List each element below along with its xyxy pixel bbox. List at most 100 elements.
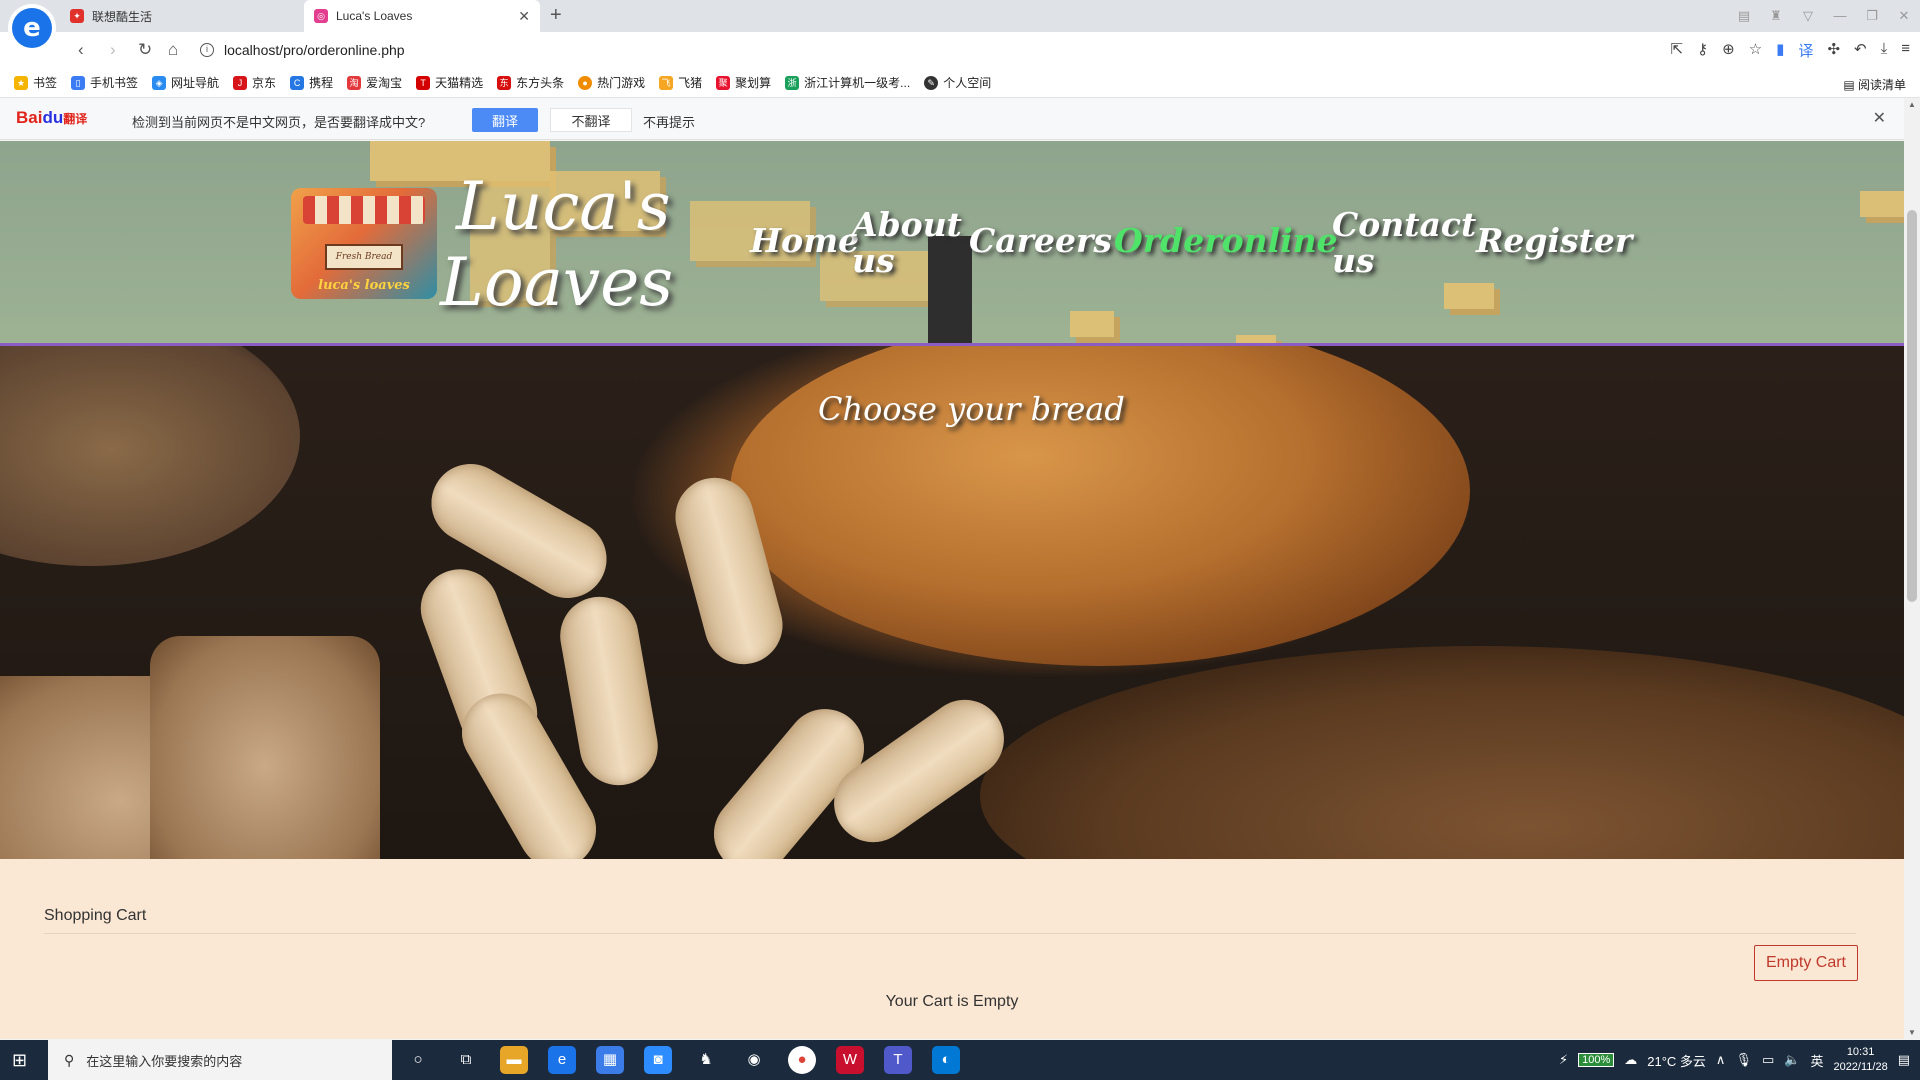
edge-icon[interactable]: ◐ bbox=[932, 1046, 960, 1074]
network-icon[interactable]: ▭ bbox=[1762, 1052, 1774, 1068]
shirt-icon[interactable]: ▽ bbox=[1792, 0, 1824, 32]
browser-logo-icon[interactable]: e bbox=[12, 8, 52, 48]
close-tab-icon[interactable]: ✕ bbox=[518, 8, 530, 25]
no-translate-button[interactable]: 不翻译 bbox=[550, 108, 632, 132]
scroll-down-icon[interactable]: ▼ bbox=[1908, 1028, 1916, 1037]
steam-icon[interactable]: ◉ bbox=[740, 1046, 768, 1074]
url-field[interactable]: i localhost/pro/orderonline.php bbox=[200, 37, 1580, 63]
menu-icon[interactable]: ≡ bbox=[1901, 40, 1910, 61]
bookmark-item[interactable]: C 携程 bbox=[290, 74, 333, 91]
store-icon[interactable]: ▦ bbox=[596, 1046, 624, 1074]
page-scrollbar[interactable]: ▲ ▼ bbox=[1904, 98, 1920, 1039]
bookmark-item[interactable]: 浙浙江计算机一级考... bbox=[785, 74, 910, 91]
maximize-icon[interactable]: ❐ bbox=[1856, 0, 1888, 32]
nav-contact-us[interactable]: Contact us bbox=[1332, 207, 1476, 279]
zoom-app-icon[interactable]: ◙ bbox=[644, 1046, 672, 1074]
browser-icon[interactable]: e bbox=[548, 1046, 576, 1074]
search-icon: ⚲ bbox=[64, 1051, 75, 1068]
battery-indicator[interactable]: 100% bbox=[1578, 1053, 1615, 1067]
bookmark-item[interactable]: ● 热门游戏 bbox=[578, 74, 645, 91]
bookmark-label: 京东 bbox=[252, 76, 277, 90]
phone-icon: ▯ bbox=[71, 75, 86, 90]
windows-start-icon[interactable]: ⊞ bbox=[12, 1050, 27, 1071]
home-icon[interactable]: ⌂ bbox=[168, 40, 178, 60]
logo-sign: Fresh Bread bbox=[325, 244, 403, 270]
taobao-icon: 淘 bbox=[347, 75, 362, 90]
weather-text[interactable]: 21°C 多云 bbox=[1647, 1051, 1706, 1070]
share-icon[interactable]: ⇱ bbox=[1671, 40, 1684, 61]
taskbar-search-input[interactable]: ⚲ 在这里输入你要搜索的内容 bbox=[48, 1040, 392, 1080]
reading-list[interactable]: ▤ 阅读清单 bbox=[1843, 76, 1906, 93]
undo-icon[interactable]: ↶ bbox=[1854, 40, 1867, 61]
minimize-icon[interactable]: — bbox=[1824, 0, 1856, 32]
bookmark-item[interactable]: 东东方头条 bbox=[497, 74, 564, 91]
game-controller-icon[interactable]: ♞ bbox=[692, 1046, 720, 1074]
chrome-icon[interactable]: ● bbox=[788, 1046, 816, 1074]
reload-icon[interactable]: ↻ bbox=[138, 40, 152, 60]
star-icon[interactable]: ☆ bbox=[1749, 40, 1762, 61]
bookmark-label: 个人空间 bbox=[943, 76, 992, 90]
compass-icon: ◈ bbox=[152, 75, 167, 90]
bread-loaf-image bbox=[0, 346, 300, 566]
translate-button[interactable]: 翻译 bbox=[472, 108, 538, 132]
bg-block bbox=[1070, 311, 1114, 337]
bookmark-item[interactable]: 飞飞猪 bbox=[659, 74, 702, 91]
bookmark-item[interactable]: ◈ 网址导航 bbox=[152, 74, 219, 91]
nav-orderonline[interactable]: Orderonline bbox=[1114, 223, 1338, 259]
cortana-icon[interactable]: ○ bbox=[404, 1046, 432, 1074]
scrollbar-thumb[interactable] bbox=[1907, 210, 1917, 602]
bread-slice-image bbox=[150, 636, 380, 859]
reading-list-icon: ▤ bbox=[1843, 78, 1858, 92]
bookmark-item[interactable]: ✎ 个人空间 bbox=[924, 74, 991, 91]
system-tray: ⚡ 100% ☁ 21°C 多云 ∧ 🎙 ▭ 🔈 英 10:31 2022/11… bbox=[1559, 1040, 1910, 1080]
bookmark-label: 爱淘宝 bbox=[366, 76, 403, 90]
tab-lucas-loaves[interactable]: ◎ Luca's Loaves ✕ bbox=[304, 0, 540, 32]
extensions-icon[interactable]: ✣ bbox=[1827, 40, 1840, 61]
file-explorer-icon[interactable]: ▬ bbox=[500, 1046, 528, 1074]
bookmark-label: 天猫精选 bbox=[435, 76, 484, 90]
tab-lenovo[interactable]: ✦ 联想酷生活 bbox=[60, 0, 300, 32]
scroll-up-icon[interactable]: ▲ bbox=[1908, 100, 1916, 109]
bookmark-item[interactable]: J 京东 bbox=[233, 74, 276, 91]
user-space-icon: ✎ bbox=[924, 75, 939, 90]
close-translate-bar-icon[interactable]: ✕ bbox=[1873, 108, 1886, 128]
key-icon[interactable]: ⚷ bbox=[1697, 40, 1708, 61]
close-window-icon[interactable]: ✕ bbox=[1888, 0, 1920, 32]
shield-icon[interactable]: ▮ bbox=[1776, 40, 1784, 61]
reading-mode-icon[interactable]: ▤ bbox=[1728, 0, 1760, 32]
site-logo[interactable]: Fresh Bread luca's loaves bbox=[291, 188, 437, 299]
no-prompt-link[interactable]: 不再提示 bbox=[643, 112, 695, 131]
tray-expand-icon[interactable]: ∧ bbox=[1716, 1052, 1726, 1068]
back-icon[interactable]: ‹ bbox=[78, 40, 84, 60]
forward-icon[interactable]: › bbox=[110, 40, 116, 60]
wps-icon[interactable]: W bbox=[836, 1046, 864, 1074]
bookmark-item[interactable]: ▯ 手机书签 bbox=[71, 74, 138, 91]
skin-icon[interactable]: ♜ bbox=[1760, 0, 1792, 32]
nav-register[interactable]: Register bbox=[1476, 223, 1632, 259]
bookmark-item[interactable]: 聚聚划算 bbox=[716, 74, 771, 91]
jd-icon: J bbox=[233, 75, 248, 90]
download-icon[interactable]: ⤓ bbox=[1881, 40, 1888, 61]
clock[interactable]: 10:31 2022/11/28 bbox=[1833, 1045, 1887, 1075]
nav-home[interactable]: Home bbox=[750, 223, 859, 259]
empty-cart-button[interactable]: Empty Cart bbox=[1754, 945, 1858, 981]
volume-icon[interactable]: 🔈 bbox=[1784, 1052, 1800, 1068]
bookmark-item[interactable]: ★ 书签 bbox=[14, 74, 57, 91]
awning-icon bbox=[303, 196, 425, 224]
translate-icon[interactable]: 译 bbox=[1798, 40, 1813, 61]
bookmark-item[interactable]: 淘爱淘宝 bbox=[347, 74, 402, 91]
bg-block bbox=[1444, 283, 1494, 309]
bg-block bbox=[1860, 191, 1904, 217]
clock-time: 10:31 bbox=[1846, 1046, 1875, 1058]
nav-careers[interactable]: Careers bbox=[969, 223, 1112, 259]
task-view-icon[interactable]: ⧉ bbox=[452, 1046, 480, 1074]
nav-about-us[interactable]: About us bbox=[852, 207, 962, 279]
teams-icon[interactable]: T bbox=[884, 1046, 912, 1074]
ime-indicator[interactable]: 英 bbox=[1810, 1051, 1823, 1070]
zoom-icon[interactable]: ⊕ bbox=[1722, 40, 1735, 61]
bookmark-item[interactable]: T 天猫精选 bbox=[416, 74, 483, 91]
new-tab-button[interactable]: + bbox=[550, 4, 562, 27]
notification-icon[interactable]: ▤ bbox=[1898, 1052, 1910, 1068]
site-info-icon[interactable]: i bbox=[200, 43, 214, 57]
microphone-icon[interactable]: 🎙 bbox=[1735, 1052, 1752, 1068]
